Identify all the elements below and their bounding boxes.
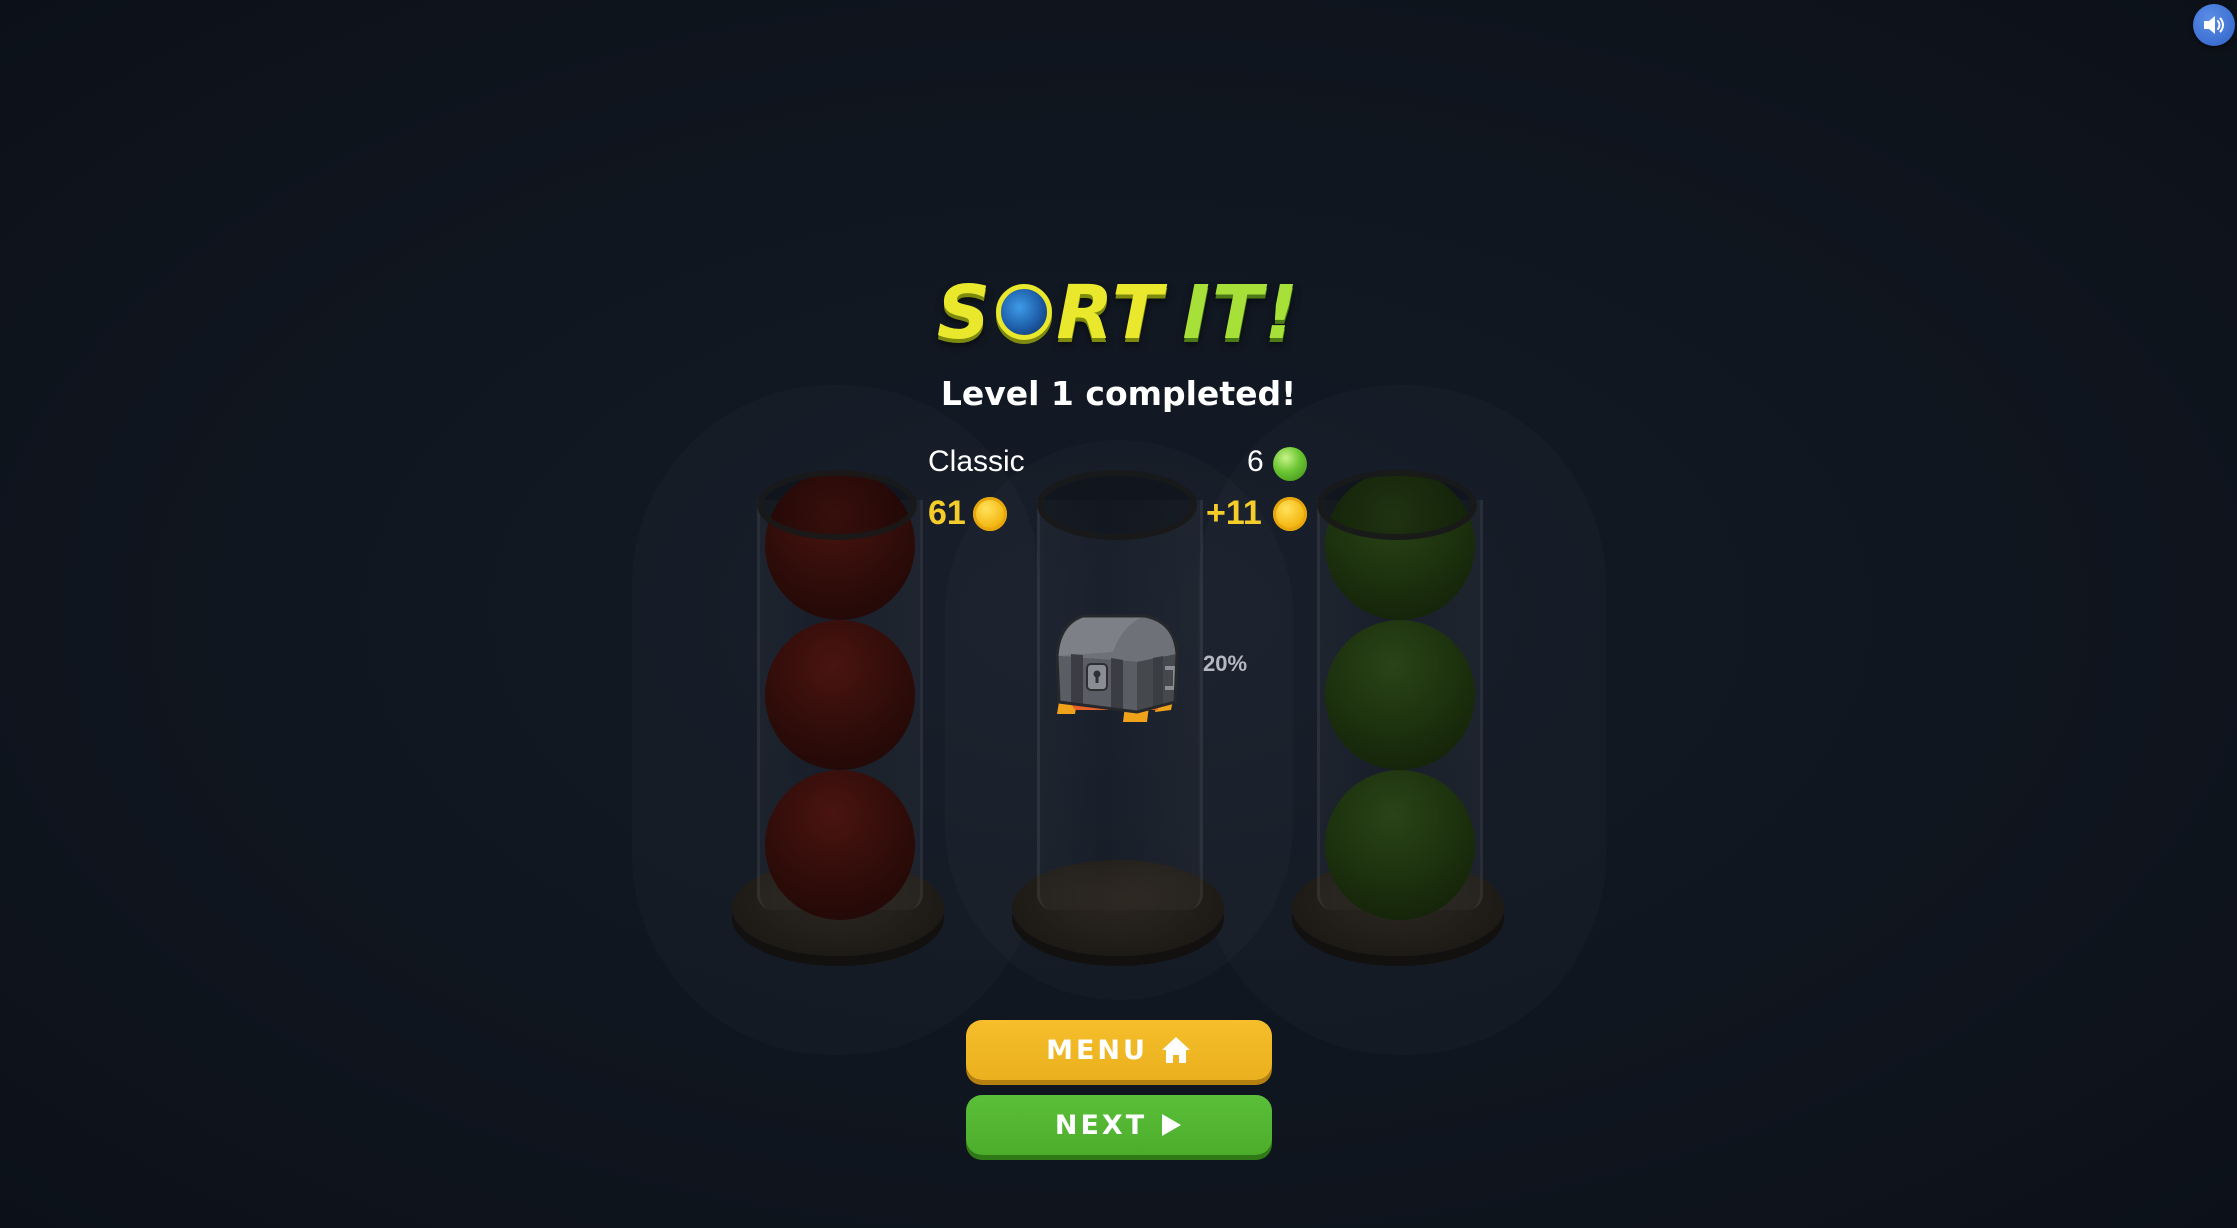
coin-icon [973,497,1007,531]
treasure-chest-icon [1053,606,1181,722]
home-icon [1161,1037,1190,1063]
game-logo: S RT IT! [0,270,2237,356]
chest-progress-label: 20% [1203,651,1248,676]
menu-button-label: MENU [1046,1034,1148,1066]
game-stage: S RT IT! Level 1 completed! Classic 6 61 +… [0,0,2237,1228]
tube-rim-left [757,470,917,540]
next-button[interactable]: NEXT [966,1095,1272,1155]
logo-text-rt: RT [1056,270,1165,356]
coin-total: 61 [928,494,966,532]
next-button-label: NEXT [1054,1109,1148,1141]
ball-red [765,770,915,920]
speaker-icon [2204,16,2224,34]
tube-rim-right [1317,470,1477,540]
ball-red [765,620,915,770]
ball-green [1325,770,1475,920]
ball-green [1325,620,1475,770]
coin-icon [1273,497,1307,531]
menu-button[interactable]: MENU [966,1020,1272,1080]
sound-toggle-button[interactable] [2193,4,2235,46]
green-ball-icon [1273,447,1307,481]
logo-text-it: IT! [1182,270,1301,356]
play-icon [1162,1114,1182,1136]
coins-earned: +11 [1206,494,1262,532]
logo-text-s: S [936,270,993,356]
gem-count: 6 [1247,445,1264,478]
logo-ball-icon [996,284,1053,340]
tube-rim-center [1037,470,1197,540]
mode-label: Classic [928,445,1025,478]
level-complete-title: Level 1 completed! [940,374,1297,413]
